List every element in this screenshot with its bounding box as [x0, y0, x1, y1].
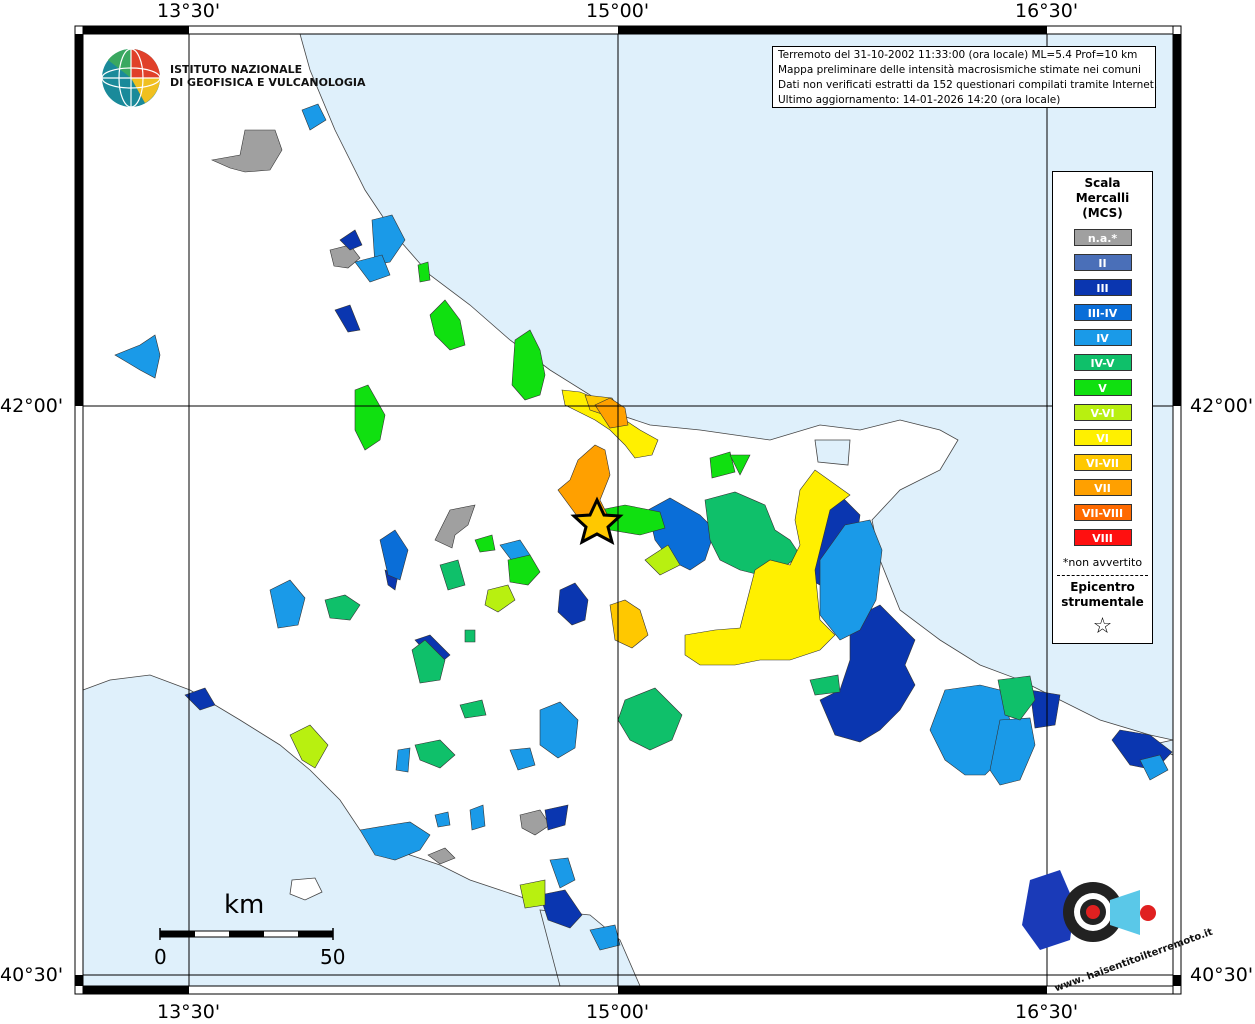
legend-epi-line2: strumentale	[1061, 595, 1144, 609]
lake	[814, 439, 851, 466]
info-line3: Dati non verificati estratti da 152 ques…	[778, 79, 1158, 91]
legend-item: III-IV	[1073, 304, 1132, 321]
legend-item: VII	[1073, 479, 1132, 496]
legend-title-line3: (MCS)	[1082, 206, 1123, 220]
legend-title-line1: Scala	[1084, 176, 1121, 190]
axis-bottom-2: 15°00'	[586, 1001, 650, 1023]
axis-bottom-3: 16°30'	[1015, 1001, 1079, 1023]
axis-top-1: 13°30'	[157, 0, 221, 22]
axis-bottom-1: 13°30'	[157, 1001, 221, 1023]
event-info-box: Terremoto del 31-10-2002 11:33:00 (ora l…	[772, 46, 1158, 108]
axis-left-2: 40°30'	[0, 964, 64, 986]
legend-item: IV	[1073, 329, 1132, 346]
legend-item: V-VI	[1073, 404, 1132, 421]
legend-title: Scala Mercalli (MCS)	[1053, 176, 1152, 221]
legend-item: VIII	[1073, 529, 1132, 546]
legend-item: V	[1073, 379, 1132, 396]
info-line4: Ultimo aggiornamento: 14-01-2026 14:20 (…	[778, 94, 1061, 106]
ingv-logo-icon	[101, 48, 161, 108]
axis-right-1: 42°00'	[1190, 395, 1254, 417]
legend-epicenter-label: Epicentro strumentale	[1053, 580, 1152, 610]
legend-item: VII-VIII	[1073, 504, 1132, 521]
legend-title-line2: Mercalli	[1075, 191, 1130, 205]
legend-item: III	[1073, 279, 1132, 296]
mcs-legend: Scala Mercalli (MCS) n.a.* II III III-IV IV I…	[1052, 171, 1153, 644]
ingv-logo-text: ISTITUTO NAZIONALE DI GEOFISICA E VULCAN…	[170, 63, 366, 89]
scale-unit: km	[224, 890, 265, 920]
legend-item: VI-VII	[1073, 454, 1132, 471]
legend-note: *non avvertito	[1062, 556, 1143, 569]
legend-separator	[1057, 575, 1148, 576]
legend-item: II	[1073, 254, 1132, 271]
axis-top-2: 15°00'	[586, 0, 650, 22]
axis-left-1: 42°00'	[0, 395, 64, 417]
scale-max: 50	[320, 945, 346, 969]
ingv-line1: ISTITUTO NAZIONALE	[170, 63, 303, 76]
axis-top-3: 16°30'	[1015, 0, 1079, 22]
legend-item: IV-V	[1073, 354, 1132, 371]
info-line2: Mappa preliminare delle intensità macros…	[778, 64, 1141, 76]
info-line1: Terremoto del 31-10-2002 11:33:00 (ora l…	[778, 49, 1138, 61]
legend-epi-line1: Epicentro	[1070, 580, 1135, 594]
legend-item: VI	[1073, 429, 1132, 446]
legend-items: n.a.* II III III-IV IV IV-V V V-VI VI VI-VII VII VI…	[1053, 229, 1152, 546]
scale-min: 0	[154, 945, 167, 969]
axis-right-2: 40°30'	[1190, 964, 1254, 986]
star-icon: ☆	[1092, 614, 1113, 639]
ingv-line2: DI GEOFISICA E VULCANOLOGIA	[170, 76, 366, 89]
legend-item: n.a.*	[1073, 229, 1132, 246]
